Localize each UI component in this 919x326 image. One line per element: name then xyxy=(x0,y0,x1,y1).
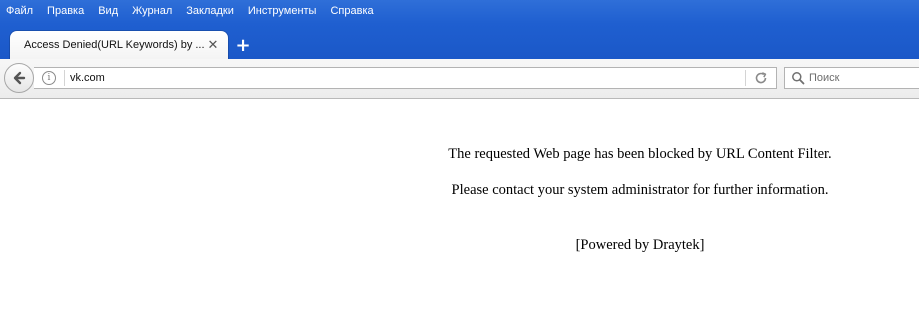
contact-message: Please contact your system administrator… xyxy=(451,182,829,198)
menu-edit[interactable]: Правка xyxy=(40,0,91,22)
blocked-message: The requested Web page has been blocked … xyxy=(448,146,832,162)
url-separator xyxy=(64,70,65,86)
page-content: The requested Web page has been blocked … xyxy=(0,100,919,326)
menu-view[interactable]: Вид xyxy=(91,0,125,22)
reload-icon xyxy=(755,72,767,84)
reload-button[interactable] xyxy=(746,68,776,88)
title-chrome: Файл Правка Вид Журнал Закладки Инструме… xyxy=(0,0,919,59)
powered-by-text: [Powered by Draytek] xyxy=(575,237,705,253)
search-icon xyxy=(791,71,805,85)
search-bar[interactable] xyxy=(784,67,919,89)
plus-icon[interactable]: + xyxy=(234,35,252,56)
menu-help[interactable]: Справка xyxy=(323,0,380,22)
tab-active[interactable]: Access Denied(URL Keywords) by ... ✕ xyxy=(10,31,228,59)
info-icon[interactable]: i xyxy=(42,71,56,85)
menu-file[interactable]: Файл xyxy=(0,0,40,22)
search-input[interactable] xyxy=(809,72,919,84)
tab-title: Access Denied(URL Keywords) by ... xyxy=(24,39,205,51)
menu-tools[interactable]: Инструменты xyxy=(241,0,324,22)
menu-history[interactable]: Журнал xyxy=(125,0,179,22)
address-bar[interactable]: i vk.com xyxy=(34,67,777,89)
browser-window: Файл Правка Вид Журнал Закладки Инструме… xyxy=(0,0,919,326)
back-button[interactable] xyxy=(4,63,34,93)
navigation-bar: i vk.com xyxy=(0,59,919,99)
back-arrow-icon xyxy=(13,71,26,85)
url-input[interactable]: vk.com xyxy=(70,72,745,84)
menu-bookmarks[interactable]: Закладки xyxy=(179,0,241,22)
menu-bar: Файл Правка Вид Журнал Закладки Инструме… xyxy=(0,0,919,22)
close-icon[interactable]: ✕ xyxy=(206,38,220,52)
